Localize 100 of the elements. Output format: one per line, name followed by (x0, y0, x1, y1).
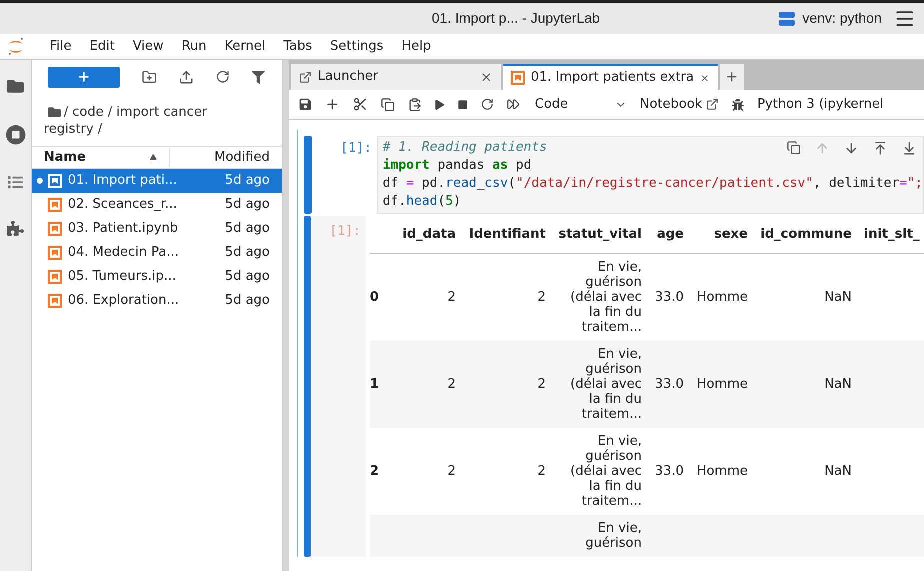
table-cell: NaN (824, 290, 852, 305)
code-line: # 1. Reading patients (382, 139, 548, 157)
sort-ascending-icon (150, 154, 157, 161)
menu-item[interactable]: Edit (80, 36, 124, 56)
column-header: statut_vital (558, 227, 643, 242)
notebook-entry[interactable]: 01. Import pati... 5d ago (32, 169, 282, 193)
paste-icon[interactable] (408, 98, 422, 112)
puzzle-icon[interactable] (7, 220, 24, 237)
notebook-icon (48, 294, 62, 308)
server-icon (778, 12, 795, 26)
modified-date: 5d ago (225, 220, 271, 238)
tab[interactable]: Launcher (291, 64, 501, 90)
refresh-icon[interactable] (216, 70, 230, 84)
row-index: 2 (370, 464, 380, 479)
file-name: 02. Sceances_r... (68, 196, 178, 214)
notebook-icon (48, 222, 62, 236)
table-cell: 2 (538, 377, 546, 392)
column-header[interactable]: Modified (169, 148, 282, 168)
new-launcher-button[interactable] (48, 66, 120, 88)
table-cell: En vie, guérison (délai avec la fin du traitem... (570, 434, 642, 509)
logo-icon (7, 36, 25, 56)
fast-forward-icon[interactable] (507, 98, 520, 111)
stop-icon[interactable] (458, 100, 468, 110)
table-cell: 33.0 (655, 464, 684, 479)
menu-item[interactable]: Help (392, 36, 440, 56)
table-cell: NaN (824, 464, 852, 479)
notebook-entry[interactable]: 02. Sceances_r... 5d ago (32, 193, 282, 217)
menu-item[interactable]: Settings (321, 36, 393, 56)
table-cell: Homme (696, 290, 748, 305)
insert-above-icon[interactable] (873, 141, 888, 156)
notebook-icon (511, 71, 525, 85)
folder-icon[interactable] (7, 78, 24, 95)
new-tab-button[interactable] (720, 64, 744, 90)
cut-icon[interactable] (353, 97, 368, 112)
bug-icon[interactable] (732, 98, 744, 110)
column-header: age (656, 227, 685, 242)
upload-icon[interactable] (179, 70, 194, 84)
file-name: 06. Exploration... (68, 292, 180, 310)
tab[interactable]: 01. Import patients extra (503, 64, 718, 90)
code-editor[interactable]: # 1. Reading patients import pandas as pd df = pd.read_csv("/data/in/registre-cancer/patient.csv", delimiter="; df.head(5) (376, 136, 924, 214)
modified-date: 5d ago (225, 292, 271, 310)
table-cell: 2 (538, 464, 546, 479)
row-index: 0 (370, 290, 380, 305)
file-name: 05. Tumeurs.ip... (68, 268, 178, 286)
row-index: 1 (370, 377, 380, 392)
cell-type-dropdown[interactable]: Code (535, 94, 627, 114)
notebook-entry[interactable]: 05. Tumeurs.ip... 5d ago (32, 265, 282, 289)
window-title: 01. Import p... - JupyterLab (432, 9, 600, 28)
kernel-name[interactable]: Python 3 (ipykernel (757, 94, 884, 114)
insert-below-icon[interactable] (902, 141, 917, 156)
folder-icon (48, 106, 61, 119)
run-icon[interactable] (435, 100, 445, 110)
modified-date: 5d ago (225, 196, 271, 214)
table-cell: 2 (538, 290, 546, 305)
new-folder-icon[interactable] (142, 70, 157, 84)
save-icon[interactable] (299, 98, 312, 111)
menu-item[interactable]: Kernel (216, 36, 275, 56)
notebook-icon (48, 198, 62, 212)
tab-label: Launcher (318, 68, 380, 86)
table-cell: 33.0 (655, 377, 684, 392)
breadcrumb[interactable]: / code / import cancer registry / (44, 104, 244, 138)
notebook-link[interactable]: Notebook (640, 94, 720, 114)
plus-icon (77, 70, 91, 84)
table-cell: En vie, guérison (586, 521, 642, 551)
external-link-icon (706, 98, 720, 111)
column-header: sexe (713, 227, 749, 242)
table-cell: 2 (448, 377, 456, 392)
menu-item[interactable]: Run (172, 36, 216, 56)
modified-date: 5d ago (225, 244, 271, 262)
duplicate-icon[interactable] (787, 141, 801, 155)
table-cell: NaN (824, 377, 852, 392)
column-header: id_data (402, 227, 457, 242)
input-prompt: [1]: (340, 140, 373, 158)
code-line: df.head(5) (382, 193, 462, 211)
code-line: import pandas as pd (382, 157, 532, 175)
menu-item[interactable]: View (124, 36, 173, 56)
menu-item[interactable]: Tabs (274, 36, 322, 56)
copy-icon[interactable] (381, 98, 395, 112)
menu-item[interactable]: File (41, 36, 81, 56)
column-header: Identifiant (468, 227, 547, 242)
filter-icon[interactable] (252, 70, 265, 84)
notebook-entry[interactable]: 04. Medecin Pa... 5d ago (32, 241, 282, 265)
restart-icon[interactable] (481, 98, 494, 111)
column-header: id_commune (760, 227, 853, 242)
move-down-icon[interactable] (844, 141, 859, 156)
table-cell: 33.0 (655, 290, 684, 305)
close-icon[interactable] (480, 70, 493, 84)
file-name: 01. Import pati... (68, 172, 178, 190)
table-cell: En vie, guérison (délai avec la fin du traitem... (570, 347, 642, 422)
notebook-icon (48, 270, 62, 284)
table-cell: Homme (696, 464, 748, 479)
notebook-entry[interactable]: 06. Exploration... 5d ago (32, 289, 282, 313)
column-header[interactable]: Name (32, 148, 150, 168)
notebook-entry[interactable]: 03. Patient.ipynb 5d ago (32, 217, 282, 241)
code-line: df = pd.read_csv("/data/in/registre-cancer/patient.csv", delimiter="; (382, 175, 923, 193)
table-cell: En vie, guérison (délai avec la fin du traitem... (570, 260, 642, 335)
column-header: init_slt_ (864, 227, 921, 242)
add-icon[interactable] (325, 97, 340, 112)
table-cell: Homme (696, 377, 748, 392)
list-icon[interactable] (8, 175, 23, 190)
